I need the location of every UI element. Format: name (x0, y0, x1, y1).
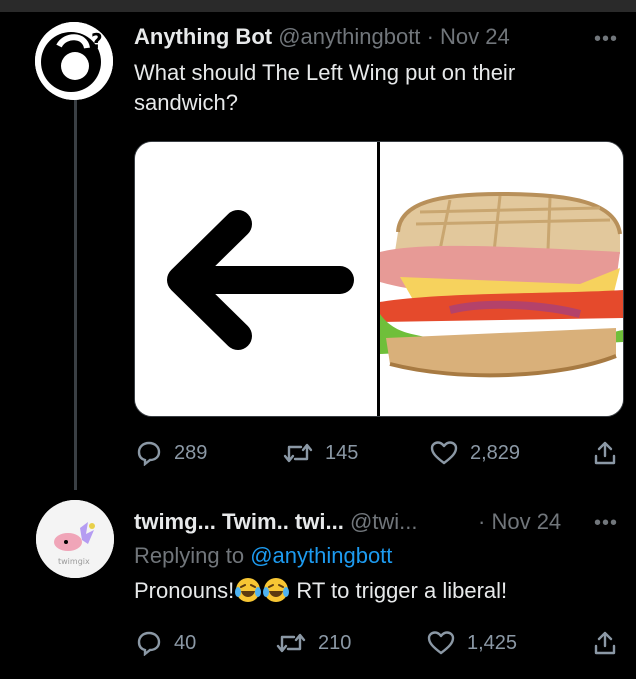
tweet1-text-line2: sandwich? (134, 90, 238, 115)
tweet1-date[interactable]: Nov 24 (440, 24, 510, 49)
thread-connector (74, 100, 77, 490)
tweet1-reply-button[interactable]: 289 (136, 440, 207, 466)
tweet1-share-button[interactable] (593, 440, 629, 466)
tweet2-text-after: RT to trigger a liberal! (290, 578, 508, 603)
tweet2-date-group: · Nov 24 (478, 509, 561, 535)
left-arrow-image[interactable] (135, 142, 377, 416)
tears-of-joy-emoji (235, 578, 262, 602)
twimg-avatar[interactable]: twimgix (36, 500, 114, 578)
tweet2-date[interactable]: Nov 24 (491, 509, 561, 534)
tweet2-retweet-count: 210 (318, 631, 352, 654)
tweet2-text-before: Pronouns! (134, 578, 235, 603)
reply-icon (137, 631, 161, 656)
tweet2-text: Pronouns! RT to trigger a liberal! (134, 576, 507, 606)
tweet2-reply-button[interactable]: 40 (136, 630, 196, 656)
tweet1-text-line1: What should The Left Wing put on their (134, 60, 516, 85)
left-arrow-icon (167, 210, 354, 350)
tweet2-more-icon[interactable]: ••• (594, 512, 618, 535)
tweet1-display-name[interactable]: Anything Bot (134, 24, 272, 49)
tweet2-display-name[interactable]: twimg... Twim.. twi... (134, 509, 344, 534)
tweet2-header: twimg... Twim.. twi... @twi... (134, 509, 418, 535)
tweet1-retweet-count: 145 (325, 441, 359, 464)
share-icon (594, 441, 616, 465)
tweet2-reply-count: 40 (174, 631, 197, 654)
sandwich-image[interactable] (380, 142, 623, 416)
tweet1-media[interactable] (134, 141, 624, 417)
tweet1-reply-count: 289 (174, 441, 208, 464)
tweet2-retweet-button[interactable]: 210 (276, 630, 351, 656)
window-top-edge (0, 0, 636, 12)
tweet1-more-icon[interactable]: ••• (594, 28, 618, 51)
tweet1-handle[interactable]: @anythingbott (278, 24, 420, 49)
replying-handle-link[interactable]: @anythingbott (250, 543, 392, 568)
tweet2-like-button[interactable]: 1,425 (427, 630, 517, 656)
tweet1-like-count: 2,829 (470, 441, 521, 464)
reply-icon (137, 441, 161, 466)
svg-text:?: ? (91, 29, 103, 53)
tweet1-separator: · (426, 24, 434, 49)
tweet2-replying-to: Replying to @anythingbott (134, 541, 392, 571)
tweet1-retweet-button[interactable]: 145 (283, 440, 358, 466)
tweet2-handle[interactable]: @twi... (350, 509, 418, 534)
twimg-avatar-text: twimgix (58, 557, 90, 566)
tweet1-header: Anything Bot @anythingbott · Nov 24 (134, 24, 510, 50)
share-icon (594, 631, 616, 655)
tweet1-like-button[interactable]: 2,829 (430, 440, 520, 466)
tweet2-separator: · (478, 509, 486, 534)
tweet2-like-count: 1,425 (467, 631, 518, 654)
tweet2-share-button[interactable] (593, 630, 629, 656)
replying-prefix: Replying to (134, 543, 245, 568)
like-icon (427, 631, 455, 655)
like-icon (430, 441, 458, 465)
tears-of-joy-emoji (263, 578, 290, 602)
retweet-icon (283, 443, 313, 463)
anything-bot-avatar[interactable]: ? (35, 22, 113, 100)
retweet-icon (276, 633, 306, 653)
tweet1-text: What should The Left Wing put on their s… (134, 58, 515, 118)
